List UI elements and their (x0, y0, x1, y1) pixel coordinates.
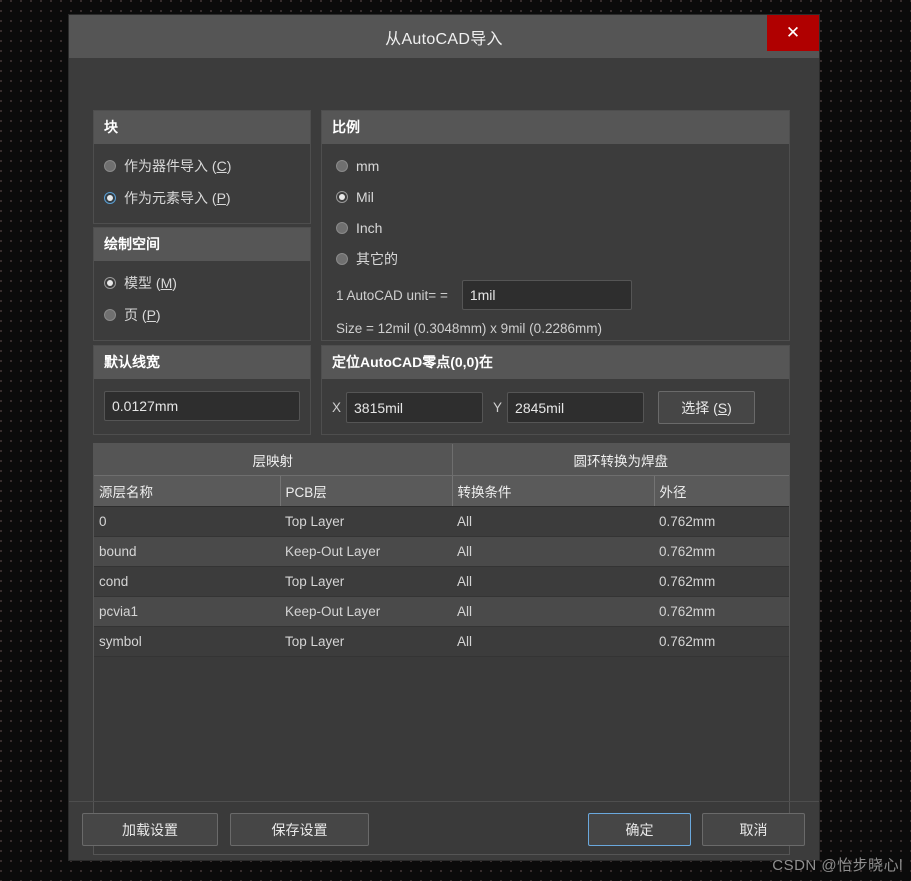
drawing-space-panel-header: 绘制空间 (94, 228, 310, 261)
radio-import-as-component[interactable]: 作为器件导入 (C) (104, 150, 300, 182)
cell-pcb-layer: Keep-Out Layer (280, 536, 452, 567)
column-header-pcb-layer[interactable]: PCB层 (280, 475, 453, 507)
cell-source-layer: cond (94, 566, 280, 597)
cell-condition: All (452, 566, 654, 597)
radio-import-as-primitive[interactable]: 作为元素导入 (P) (104, 182, 300, 214)
origin-x-label: X (332, 400, 342, 415)
radio-icon (104, 309, 116, 321)
radio-label: 模型 (M) (124, 275, 177, 291)
table-row[interactable]: 0 Top Layer All 0.762mm (94, 506, 789, 537)
radio-paper-space[interactable]: 页 (P) (104, 299, 300, 331)
radio-icon (336, 252, 348, 265)
block-panel-header: 块 (94, 111, 310, 144)
origin-y-input[interactable] (507, 392, 645, 423)
cell-condition: All (452, 626, 654, 657)
radio-label: Mil (356, 188, 374, 205)
radio-label: 作为元素导入 (P) (124, 190, 231, 206)
table-row[interactable]: cond Top Layer All 0.762mm (94, 566, 789, 597)
dialog-body: 块 作为器件导入 (C) 作为元素导入 (P) 绘制空间 模型 (M) 页 (P… (69, 58, 819, 860)
cell-outer-diameter: 0.762mm (654, 566, 789, 597)
cell-source-layer: bound (94, 536, 280, 567)
save-settings-button[interactable]: 保存设置 (230, 813, 369, 846)
close-icon[interactable]: ✕ (767, 15, 819, 51)
import-autocad-dialog: 从AutoCAD导入 ✕ 块 作为器件导入 (C) 作为元素导入 (P) 绘制空… (68, 14, 820, 861)
default-linewidth-panel-header: 默认线宽 (94, 346, 310, 379)
cell-condition: All (452, 506, 654, 537)
select-origin-button[interactable]: 选择 (S) (658, 391, 756, 424)
drawing-space-panel: 绘制空间 模型 (M) 页 (P) (93, 227, 311, 341)
radio-icon (336, 221, 348, 234)
radio-model-space[interactable]: 模型 (M) (104, 267, 300, 299)
dialog-footer: 加载设置 保存设置 确定 取消 (69, 801, 819, 860)
table-group-header-row: 层映射 圆环转换为焊盘 (94, 444, 789, 476)
cell-pcb-layer: Top Layer (280, 566, 452, 597)
table-column-header-row: 源层名称 PCB层 转换条件 外径 (94, 475, 789, 507)
table-row[interactable]: pcvia1 Keep-Out Layer All 0.762mm (94, 596, 789, 627)
default-linewidth-input[interactable] (104, 391, 300, 421)
group-header-ring-to-pad: 圆环转换为焊盘 (452, 444, 789, 476)
cell-condition: All (452, 536, 654, 567)
ok-button[interactable]: 确定 (588, 813, 691, 846)
radio-unit-inch[interactable]: Inch (336, 212, 779, 243)
scale-panel: 比例 mm Mil Inch 其它的 1 AutoCAD unit= = 1mi… (321, 110, 790, 341)
cell-outer-diameter: 0.762mm (654, 506, 789, 537)
size-info-text: Size = 12mil (0.3048mm) x 9mil (0.2286mm… (336, 321, 602, 336)
cell-outer-diameter: 0.762mm (654, 596, 789, 627)
radio-unit-other[interactable]: 其它的 (336, 243, 779, 274)
cell-pcb-layer: Top Layer (280, 506, 452, 537)
radio-icon (336, 159, 348, 172)
group-header-layer-mapping: 层映射 (94, 444, 453, 476)
cell-source-layer: pcvia1 (94, 596, 280, 627)
column-header-source-layer[interactable]: 源层名称 (94, 475, 281, 507)
cell-pcb-layer: Keep-Out Layer (280, 596, 452, 627)
radio-label: 页 (P) (124, 307, 161, 323)
table-row[interactable]: bound Keep-Out Layer All 0.762mm (94, 536, 789, 567)
radio-unit-mil[interactable]: Mil (336, 181, 779, 212)
radio-icon (336, 190, 348, 203)
origin-y-label: Y (493, 400, 503, 415)
page-title: 从AutoCAD导入 (385, 30, 503, 48)
watermark-text: CSDN @怡步晓心l (772, 857, 903, 874)
cell-pcb-layer: Top Layer (280, 626, 452, 657)
scale-panel-header: 比例 (322, 111, 789, 144)
block-panel: 块 作为器件导入 (C) 作为元素导入 (P) (93, 110, 311, 224)
radio-label: 其它的 (356, 250, 398, 267)
layer-mapping-table[interactable]: 层映射 圆环转换为焊盘 源层名称 PCB层 转换条件 外径 0 Top Laye… (93, 443, 790, 855)
load-settings-button[interactable]: 加载设置 (82, 813, 218, 846)
radio-icon (104, 160, 116, 172)
cell-source-layer: 0 (94, 506, 280, 537)
cell-source-layer: symbol (94, 626, 280, 657)
radio-unit-mm[interactable]: mm (336, 150, 779, 181)
origin-panel: 定位AutoCAD零点(0,0)在 X Y 选择 (S) (321, 345, 790, 435)
cell-outer-diameter: 0.762mm (654, 626, 789, 657)
radio-label: mm (356, 157, 380, 174)
cell-condition: All (452, 596, 654, 627)
radio-icon (104, 192, 116, 204)
cancel-button[interactable]: 取消 (702, 813, 805, 846)
origin-panel-header: 定位AutoCAD零点(0,0)在 (322, 346, 789, 379)
autocad-unit-label: 1 AutoCAD unit= = (336, 287, 448, 303)
cell-outer-diameter: 0.762mm (654, 536, 789, 567)
radio-label: Inch (356, 219, 383, 236)
table-row[interactable]: symbol Top Layer All 0.762mm (94, 626, 789, 657)
radio-icon (104, 277, 116, 289)
origin-x-input[interactable] (346, 392, 484, 423)
title-bar: 从AutoCAD导入 ✕ (69, 15, 819, 58)
default-linewidth-panel: 默认线宽 (93, 345, 311, 435)
radio-label: 作为器件导入 (C) (124, 158, 232, 174)
column-header-condition[interactable]: 转换条件 (452, 475, 655, 507)
column-header-outer-diameter[interactable]: 外径 (654, 475, 789, 507)
autocad-unit-input[interactable] (461, 280, 632, 310)
